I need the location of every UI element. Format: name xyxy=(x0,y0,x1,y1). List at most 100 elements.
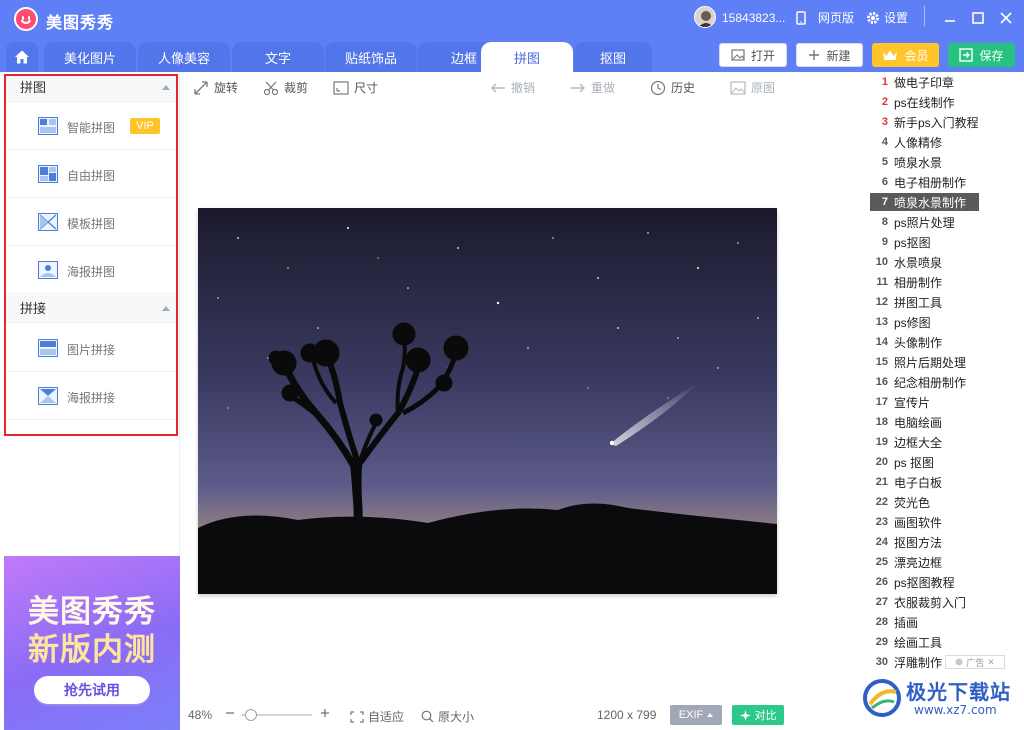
suggestion-item[interactable]: 13 ps修图 xyxy=(870,313,1010,331)
rotate-label: 旋转 xyxy=(214,81,239,95)
suggestion-rank: 11 xyxy=(876,276,888,288)
history-tool[interactable]: 历史 xyxy=(650,79,695,96)
suggestion-item[interactable]: 10 水景喷泉 xyxy=(870,253,1010,271)
suggestion-text: ps抠图 xyxy=(894,235,931,250)
suggestion-item[interactable]: 26 ps抠图教程 xyxy=(870,573,1010,591)
ad-label[interactable]: 广告 ✕ xyxy=(945,655,1005,669)
suggestion-text: 头像制作 xyxy=(894,335,943,350)
compare-button[interactable]: 对比 xyxy=(732,705,784,725)
save-button[interactable]: 保存 xyxy=(948,43,1015,67)
tab-collage[interactable]: 拼图 xyxy=(481,42,573,72)
suggestion-item[interactable]: 19 边框大全 xyxy=(870,433,1010,451)
size-label: 尺寸 xyxy=(354,81,379,95)
undo-tool[interactable]: 撤销 xyxy=(490,79,535,96)
phone-icon xyxy=(796,10,806,25)
suggestion-item[interactable]: 12 拼图工具 xyxy=(870,293,1010,311)
suggestion-item[interactable]: 24 抠图方法 xyxy=(870,533,1010,551)
suggestion-item[interactable]: 17 宣传片 xyxy=(870,393,1010,411)
home-tab[interactable] xyxy=(6,42,38,72)
original-tool[interactable]: 原图 xyxy=(730,79,775,96)
zoom-in-button[interactable] xyxy=(320,708,330,718)
open-label: 打开 xyxy=(750,48,775,63)
minimize-icon xyxy=(945,20,955,22)
sparkle-icon xyxy=(739,709,751,721)
open-button[interactable]: 打开 xyxy=(719,43,787,67)
redo-tool[interactable]: 重做 xyxy=(570,79,615,96)
suggestion-item[interactable]: 25 漂亮边框 xyxy=(870,553,1010,571)
suggestion-rank: 15 xyxy=(875,356,888,368)
suggestion-text: 漂亮边框 xyxy=(894,555,943,570)
suggestion-item[interactable]: 4 人像精修 xyxy=(870,133,1010,151)
suggestion-item[interactable]: 14 头像制作 xyxy=(870,333,1010,351)
suggestion-item[interactable]: 11 相册制作 xyxy=(870,273,1010,291)
user-avatar[interactable] xyxy=(694,6,716,28)
suggestion-item[interactable]: 2 ps在线制作 xyxy=(870,93,1010,111)
suggestion-rank: 23 xyxy=(875,516,888,528)
suggestion-item[interactable]: 21 电子白板 xyxy=(870,473,1010,491)
suggestion-item[interactable]: 6 电子相册制作 xyxy=(870,173,1010,191)
close-button[interactable] xyxy=(996,8,1016,28)
night-sky-image xyxy=(198,208,777,594)
suggestion-item[interactable]: 16 纪念相册制作 xyxy=(870,373,1010,391)
suggestion-item[interactable]: 23 画图软件 xyxy=(870,513,1010,531)
settings-label: 设置 xyxy=(884,11,909,25)
user-name[interactable]: 15843823... xyxy=(722,11,785,25)
watermark: 极光下载站 www.xz7.com xyxy=(862,672,1022,728)
edited-photo[interactable] xyxy=(198,208,777,594)
image-dimensions: 1200 x 799 xyxy=(597,708,657,722)
suggestion-item[interactable]: 1 做电子印章 xyxy=(870,73,1010,91)
settings-link[interactable]: 设置 xyxy=(866,9,908,26)
suggestion-item[interactable]: 15 照片后期处理 xyxy=(870,353,1010,371)
zoom-out-button[interactable] xyxy=(225,708,235,718)
maximize-button[interactable] xyxy=(968,8,988,28)
suggestion-item[interactable]: 28 插画 xyxy=(870,613,1010,631)
suggestion-text: ps在线制作 xyxy=(894,95,955,110)
suggestion-rank: 2 xyxy=(881,96,888,108)
minimize-button[interactable] xyxy=(940,8,960,28)
suggestion-item[interactable]: 18 电脑绘画 xyxy=(870,413,1010,431)
exif-button[interactable]: EXIF xyxy=(670,705,722,725)
tab-beautify[interactable]: 美化图片 xyxy=(44,42,136,72)
suggestion-rank: 27 xyxy=(875,596,888,608)
rotate-icon xyxy=(194,80,208,95)
size-tool[interactable]: 尺寸 xyxy=(333,79,378,96)
suggestion-item[interactable]: 22 荧光色 xyxy=(870,493,1010,511)
save-label: 保存 xyxy=(979,48,1004,63)
tab-text[interactable]: 文字 xyxy=(232,42,324,72)
suggestion-item[interactable]: 3 新手ps入门教程 xyxy=(870,113,1010,131)
suggestion-item[interactable]: 8 ps照片处理 xyxy=(870,213,1010,231)
tab-cutout[interactable]: 抠图 xyxy=(574,42,652,72)
image-icon xyxy=(731,49,745,61)
tab-portrait[interactable]: 人像美容 xyxy=(138,42,230,72)
web-version-link[interactable]: 网页版 xyxy=(796,9,854,26)
suggestion-item[interactable]: 5 喷泉水景 xyxy=(870,153,1010,171)
tab-stickers[interactable]: 贴纸饰品 xyxy=(325,42,417,72)
suggestion-item[interactable]: 29 绘画工具 xyxy=(870,633,1010,651)
suggestion-item[interactable]: 27 衣服裁剪入门 xyxy=(870,593,1010,611)
suggestion-text: 衣服裁剪入门 xyxy=(894,595,967,610)
suggestion-rank: 13 xyxy=(875,316,888,328)
rotate-tool[interactable]: 旋转 xyxy=(193,79,238,96)
crop-tool[interactable]: 裁剪 xyxy=(263,79,308,96)
suggestion-item[interactable]: 9 ps抠图 xyxy=(870,233,1010,251)
vip-button[interactable]: 会员 xyxy=(872,43,939,67)
compare-label: 对比 xyxy=(754,710,777,722)
suggestion-item[interactable]: 7 喷泉水景制作 xyxy=(870,193,979,211)
resize-icon xyxy=(333,80,349,95)
original-size-button[interactable]: 原大小 xyxy=(421,708,474,725)
suggestion-text: 新手ps入门教程 xyxy=(894,115,979,130)
fit-button[interactable]: 自适应 xyxy=(350,708,404,725)
new-button[interactable]: 新建 xyxy=(796,43,863,67)
crop-label: 裁剪 xyxy=(284,81,309,95)
title-bar: 美图秀秀 15843823... 网页版 设置 xyxy=(0,0,1024,36)
suggestion-rank: 9 xyxy=(881,236,888,248)
zoom-slider-handle[interactable] xyxy=(245,709,257,721)
suggestion-item[interactable]: 20 ps 抠图 xyxy=(870,453,1010,471)
suggestion-rank: 29 xyxy=(875,636,888,648)
close-icon[interactable]: ✕ xyxy=(987,657,995,668)
promo-try-button[interactable]: 抢先试用 xyxy=(34,676,150,704)
suggestion-text: 喷泉水景制作 xyxy=(894,195,967,210)
promo-banner[interactable]: 美图秀秀 新版内测 抢先试用 xyxy=(4,556,180,730)
suggestion-text: 相册制作 xyxy=(894,275,943,290)
caret-up-icon xyxy=(707,713,714,717)
